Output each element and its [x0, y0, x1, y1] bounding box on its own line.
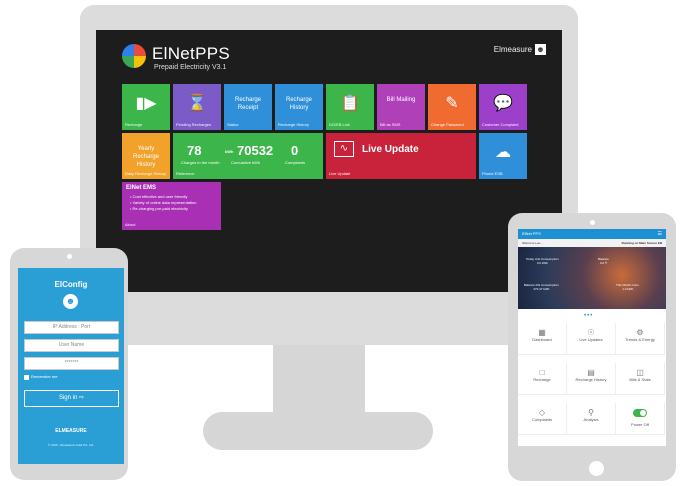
tablet-home-button[interactable]	[589, 461, 604, 476]
tile-dg-eb-link[interactable]: 📋 DG/EB Link	[326, 84, 374, 130]
user-avatar-icon: ☻	[63, 294, 78, 309]
toggle-icon[interactable]	[633, 409, 647, 417]
brand-logo: ELMEASURE	[55, 428, 87, 434]
menu-live-updates[interactable]: ☉ Live Updates	[567, 323, 616, 355]
tile-recharge-receipt[interactable]: Recharge Receipt Status	[224, 84, 272, 130]
tile-pending-recharges[interactable]: ⌛ Pending Recharges	[173, 84, 221, 130]
remember-label: Remember me	[31, 374, 58, 379]
tile-elnet-ems[interactable]: ElNet EMS • Cost effective and user frie…	[122, 182, 221, 230]
remember-checkbox[interactable]	[24, 375, 29, 380]
kwh-value: 70532	[237, 143, 274, 158]
monitor-base	[203, 412, 433, 450]
menu-recharge-history[interactable]: ▤ Recharge History	[567, 363, 616, 395]
app-title: ElNetPPS	[152, 44, 230, 63]
device-showcase: ElNetPPS Prepaid Electricity V3.1 Elmeas…	[0, 0, 684, 486]
complaints-value: 0	[291, 143, 299, 158]
password-field[interactable]: *******	[24, 357, 119, 370]
hourglass-icon: ⌛	[187, 95, 207, 112]
pencil-icon: ✎	[445, 95, 459, 112]
monitor-neck	[273, 345, 365, 415]
tile-customer-complaint[interactable]: 💬 Customer Complaint	[479, 84, 527, 130]
copyright-text: © 2015 - Elmeasure India Pvt. Ltd.	[48, 443, 94, 447]
live-icon: ☉	[587, 328, 595, 337]
menu-complaints[interactable]: ◇ Complaints	[518, 403, 567, 435]
charges-value: 78	[187, 143, 202, 158]
bill-icon: ◫	[636, 368, 644, 377]
tablet-banner: Today Unit Consumption 0.0 kWh Balance 0.0…	[518, 247, 666, 309]
app-logo-icon	[122, 44, 146, 68]
chat-icon: 💬	[493, 95, 513, 112]
clipboard-icon: 📋	[340, 95, 360, 112]
username-field[interactable]: User Name	[24, 339, 119, 352]
tile-recharge[interactable]: ▮▶ Recharge	[122, 84, 170, 130]
ems-bullet: • Re-charging pre-paid electricity	[130, 206, 188, 211]
app-subtitle: Prepaid Electricity V3.1	[154, 64, 227, 71]
desktop-screen: ElNetPPS Prepaid Electricity V3.1 Elmeas…	[96, 30, 562, 292]
tile-bill-mailing[interactable]: Bill Mailing Bill as SMS	[377, 84, 425, 130]
tile-change-password[interactable]: ✎ Change Password	[428, 84, 476, 130]
tile-live-update[interactable]: ∿ Live Update Live Update	[326, 133, 476, 179]
menu-power-off[interactable]: Power Off	[616, 403, 665, 435]
pulse-icon: ∿	[334, 141, 354, 157]
phone-screen: ElConfig ☻ IP Address : Port User Name *…	[18, 268, 124, 464]
stat-today: Today Unit Consumption 0.0 kWh	[526, 257, 559, 265]
menu-trends[interactable]: ⚙ Trends & Energy	[616, 323, 665, 355]
config-title: ElConfig	[54, 280, 88, 289]
history-icon: ▤	[587, 368, 595, 377]
cloud-icon: ☁	[495, 144, 511, 161]
stat-balance: Balance 0.0 ₹	[598, 257, 609, 265]
carousel-dots[interactable]: •••	[584, 313, 593, 319]
menu-bills-stats[interactable]: ◫ Bills & Stats	[616, 363, 665, 395]
complaint-icon: ◇	[538, 408, 546, 417]
menu-analysis[interactable]: ⚲ Analysis	[567, 403, 616, 435]
trend-icon: ⚙	[636, 328, 644, 337]
tablet-screen: ElNet PPS ☰ Welcome Lee... Running on Ma…	[518, 229, 666, 446]
settings-icon[interactable]: ☰	[658, 229, 662, 239]
stat-dg: Balance DG Consumption 272.47 kWh	[524, 283, 559, 291]
signin-button[interactable]: Sign in ⇨	[24, 390, 119, 407]
menu-recharge[interactable]: □ Recharge	[518, 363, 567, 395]
dashboard-icon: ▦	[538, 328, 546, 337]
plug-icon: ▮▶	[135, 95, 157, 112]
tile-recharge-history[interactable]: Recharge History Recharge History	[275, 84, 323, 130]
tile-yearly-recharge-history[interactable]: Yearly Recharge History Daily Recharge H…	[122, 133, 170, 179]
recharge-icon: □	[539, 368, 545, 377]
analysis-icon: ⚲	[588, 408, 594, 417]
tablet-status-bar: Welcome Lee... Running on Main Source EB	[518, 239, 666, 247]
tablet-camera	[590, 220, 595, 225]
menu-dashboard[interactable]: ▦ Dashboard	[518, 323, 567, 355]
user-icon[interactable]: ☻	[535, 44, 546, 55]
tablet-app-bar: ElNet PPS ☰	[518, 229, 666, 239]
phone-camera	[67, 254, 72, 259]
stat-month: This Month Cons. 1.0 kWh	[616, 283, 640, 291]
tile-phone-esb[interactable]: ☁ Phone ESB	[479, 133, 527, 179]
user-name[interactable]: Elmeasure	[494, 45, 532, 54]
tile-usage-stats[interactable]: 78 Charges to the month kWh 70532 Cumula…	[173, 133, 323, 179]
ip-address-field[interactable]: IP Address : Port	[24, 321, 119, 334]
